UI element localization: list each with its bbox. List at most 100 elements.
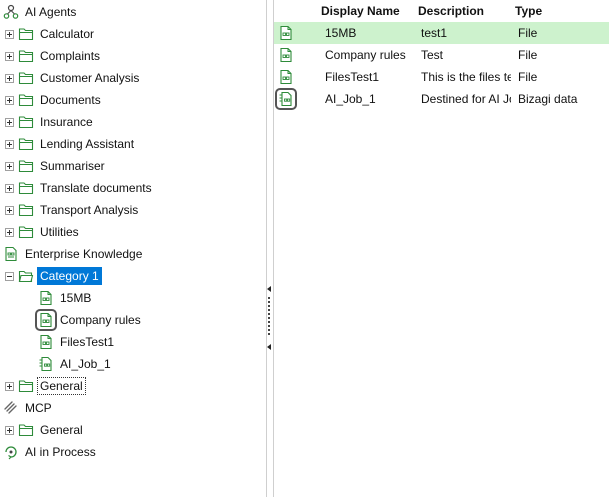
folder-icon: [18, 92, 34, 108]
file-icon: [38, 334, 54, 350]
table-row[interactable]: AI_Job_1 Destined for AI Jo Bizagi data: [274, 88, 609, 110]
cell-description: Destined for AI Jo: [421, 92, 511, 106]
tree-node-agent-insurance[interactable]: Insurance: [5, 112, 96, 132]
tree-label-file: FilesTest1: [60, 335, 115, 349]
expand-toggle[interactable]: [5, 183, 14, 193]
tree-node-agent-transport-analysis[interactable]: Transport Analysis: [5, 200, 141, 220]
folder-open-icon: [18, 268, 34, 284]
expand-toggle[interactable]: [5, 425, 14, 435]
tree-node-enterprise-knowledge[interactable]: Enterprise Knowledge: [3, 244, 145, 264]
tree-node-ai-agents[interactable]: AI Agents: [3, 2, 79, 22]
file-icon: [35, 309, 57, 331]
ai-job-file-icon: [38, 356, 54, 372]
tree-node-agent-translate-documents[interactable]: Translate documents: [5, 178, 155, 198]
knowledge-icon: [3, 246, 19, 262]
tree-label-agent: Transport Analysis: [40, 203, 139, 217]
tree-node-agent-documents[interactable]: Documents: [5, 90, 104, 110]
folder-icon: [18, 48, 34, 64]
tree-node-general-knowledge[interactable]: General: [5, 376, 86, 396]
ai-job-file-icon: [275, 88, 297, 110]
tree-label-agent: Insurance: [40, 115, 93, 129]
tree-node-mcp[interactable]: MCP: [3, 398, 55, 418]
cell-description: This is the files te: [421, 70, 511, 84]
tree-node-file-company-rules[interactable]: Company rules: [35, 309, 144, 331]
folder-icon: [18, 114, 34, 130]
folder-icon: [18, 224, 34, 240]
tree-label-ai-in-process: AI in Process: [25, 445, 96, 459]
ai-agents-icon: [3, 4, 19, 20]
expand-toggle[interactable]: [5, 51, 14, 61]
tree-label-file: AI_Job_1: [60, 357, 111, 371]
table-row[interactable]: 15MB test1 File: [274, 22, 609, 44]
expand-toggle[interactable]: [5, 73, 14, 83]
tree-node-agent-lending-assistant[interactable]: Lending Assistant: [5, 134, 137, 154]
tree-label-file: 15MB: [60, 291, 92, 305]
cell-type: Bizagi data: [518, 92, 578, 106]
tree-node-ai-in-process[interactable]: AI in Process: [3, 442, 99, 462]
collapse-toggle[interactable]: [5, 271, 14, 281]
expand-toggle[interactable]: [5, 227, 14, 237]
collapse-left-arrow-icon[interactable]: [267, 286, 271, 292]
tree-label-agent: Calculator: [40, 27, 95, 41]
item-list-pane: Display Name Description Type 15MB test1 F…: [273, 0, 609, 497]
tree-node-category-1[interactable]: Category 1: [5, 266, 102, 286]
column-header-display-name[interactable]: Display Name: [321, 4, 400, 18]
table-row[interactable]: Company rules Test File: [274, 44, 609, 66]
column-header-type[interactable]: Type: [515, 4, 542, 18]
cell-display-name: Company rules: [325, 48, 406, 62]
expand-toggle[interactable]: [5, 139, 14, 149]
knowledge-tree-pane: AI Agents Calculator Complaints Customer A…: [0, 0, 267, 497]
tree-label-ai-agents: AI Agents: [25, 5, 77, 19]
tree-node-general-mcp[interactable]: General: [5, 420, 86, 440]
tree-node-agent-calculator[interactable]: Calculator: [5, 24, 97, 44]
expand-toggle[interactable]: [5, 29, 14, 39]
tree-label-agent: Utilities: [40, 225, 79, 239]
cell-display-name: AI_Job_1: [325, 92, 376, 106]
file-icon: [278, 69, 294, 85]
folder-icon: [18, 136, 34, 152]
tree-label-agent: Documents: [40, 93, 101, 107]
table-row[interactable]: FilesTest1 This is the files te File: [274, 66, 609, 88]
cell-display-name: 15MB: [325, 26, 357, 40]
tree-label-general: General: [37, 377, 86, 395]
tree-label-agent: Complaints: [40, 49, 101, 63]
expand-toggle[interactable]: [5, 205, 14, 215]
tree-label-general-mcp: General: [40, 423, 83, 437]
column-header-description[interactable]: Description: [418, 4, 484, 18]
file-icon: [278, 47, 294, 63]
expand-toggle[interactable]: [5, 161, 14, 171]
file-icon: [278, 25, 294, 41]
tree-label-enterprise-knowledge: Enterprise Knowledge: [25, 247, 143, 261]
tree-node-file-filestest1[interactable]: FilesTest1: [38, 332, 117, 352]
collapse-left-arrow-icon[interactable]: [267, 344, 271, 350]
tree-node-agent-complaints[interactable]: Complaints: [5, 46, 103, 66]
tree-label-file: Company rules: [60, 313, 141, 327]
folder-icon: [18, 378, 34, 394]
tree-node-file-ai-job-1[interactable]: AI_Job_1: [38, 354, 114, 374]
tree-label-agent: Lending Assistant: [40, 137, 135, 151]
expand-toggle[interactable]: [5, 117, 14, 127]
tree-node-agent-utilities[interactable]: Utilities: [5, 222, 82, 242]
tree-node-agent-customer-analysis[interactable]: Customer Analysis: [5, 68, 142, 88]
tree-node-agent-summariser[interactable]: Summariser: [5, 156, 108, 176]
tree-label-category-1: Category 1: [37, 267, 102, 285]
folder-icon: [18, 422, 34, 438]
tree-node-file-15mb[interactable]: 15MB: [38, 288, 94, 308]
expand-toggle[interactable]: [5, 95, 14, 105]
tree-label-agent: Translate documents: [40, 181, 152, 195]
folder-icon: [18, 26, 34, 42]
splitter-grip[interactable]: [268, 297, 270, 335]
pane-splitter[interactable]: [267, 0, 272, 497]
cell-type: File: [518, 70, 538, 84]
tree-label-mcp: MCP: [25, 401, 52, 415]
folder-icon: [18, 180, 34, 196]
folder-icon: [18, 202, 34, 218]
folder-icon: [18, 70, 34, 86]
mcp-icon: [3, 400, 19, 416]
ai-process-icon: [3, 444, 19, 460]
file-icon: [38, 290, 54, 306]
expand-toggle[interactable]: [5, 381, 14, 391]
cell-display-name: FilesTest1: [325, 70, 380, 84]
cell-description: test1: [421, 26, 448, 40]
cell-type: File: [518, 26, 538, 40]
